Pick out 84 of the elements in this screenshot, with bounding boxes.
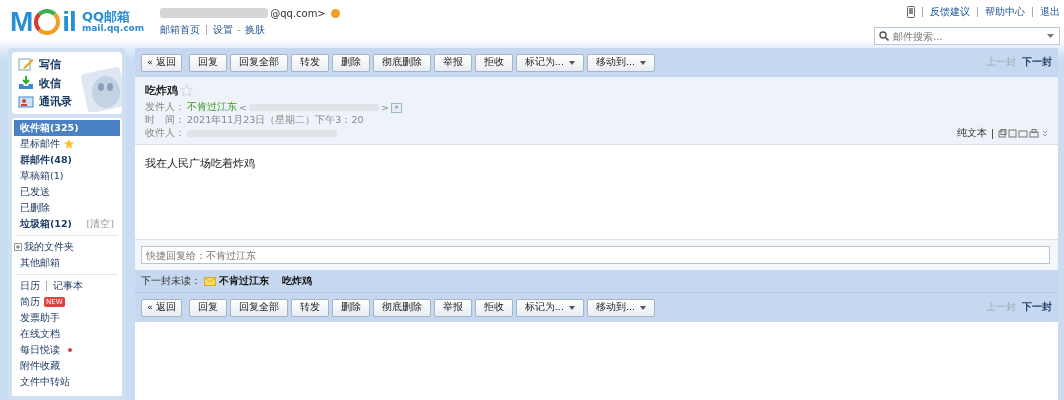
contact-card-icon[interactable]	[390, 102, 402, 113]
field-label: 时 间：	[145, 114, 185, 127]
toolbar-button[interactable]: 彻底删除	[372, 53, 431, 72]
folder-item[interactable]: 垃圾箱(12) [清空]	[14, 216, 120, 232]
toolbar-button[interactable]: 回复全部	[229, 298, 288, 317]
next-unread-subject[interactable]: 吃炸鸡	[282, 274, 312, 288]
phone-icon[interactable]	[907, 6, 915, 18]
toolbar-button[interactable]: 举报	[433, 298, 472, 317]
search-icon	[879, 31, 889, 41]
toolbar-button[interactable]: 拒收	[474, 298, 513, 317]
star-icon	[64, 139, 74, 149]
toolbar-button[interactable]: 移动到...	[586, 53, 655, 72]
caret-icon[interactable]	[1047, 34, 1054, 38]
toolbar-button[interactable]: 转发	[290, 298, 329, 317]
toolbar-button[interactable]: 删除	[331, 53, 370, 72]
brand-name: QQ邮箱	[81, 9, 131, 24]
folder-item[interactable]: 草稿箱(1)	[14, 168, 120, 184]
top-link[interactable]: 退出	[1040, 5, 1060, 19]
folder-item[interactable]: 星标邮件	[14, 136, 120, 152]
toolbar-button[interactable]: 删除	[331, 298, 370, 317]
sidebar-action[interactable]: 写信	[18, 56, 61, 73]
mail-subject: 吃炸鸡	[145, 83, 178, 98]
folder-item[interactable]: 已删除	[14, 200, 120, 216]
folder-item[interactable]: 其他邮箱	[14, 255, 120, 271]
envelope-icon	[204, 276, 216, 286]
field-label: 发件人：	[145, 101, 185, 114]
header-link[interactable]: 换肤	[244, 22, 265, 37]
folder-item[interactable]: 已发送	[14, 184, 120, 200]
toolbar-button[interactable]: 彻底删除	[372, 298, 431, 317]
toolbar-button[interactable]: 标记为...	[515, 298, 584, 317]
bracket-text: >	[380, 102, 389, 113]
link-separator: -	[237, 24, 241, 35]
next-unread-label: 下一封未读：	[141, 274, 201, 288]
caret-icon	[568, 60, 575, 65]
warning-icon[interactable]	[330, 8, 340, 18]
download-tray-icon	[18, 76, 34, 90]
contact-card-icon	[18, 94, 34, 109]
tool-item[interactable]: 日历	[20, 279, 40, 293]
toolbar-button[interactable]: « 返回	[141, 53, 182, 72]
toolbar-button[interactable]: 回复	[188, 53, 227, 72]
toolbar-button[interactable]: 转发	[290, 53, 329, 72]
sidebar-action[interactable]: 通讯录	[18, 93, 72, 110]
header-link[interactable]: 设置	[213, 22, 234, 37]
tool-item[interactable]: 记事本	[53, 279, 83, 293]
expand-icon[interactable]	[14, 243, 22, 251]
folder-item[interactable]: 收件箱(325)	[14, 120, 120, 136]
folder-item[interactable]: 我的文件夹	[24, 240, 74, 254]
caret-icon	[568, 305, 575, 310]
mail-body: 我在人民广场吃着炸鸡	[144, 156, 256, 171]
quick-reply-field[interactable]: 快捷回复给：不肯过江东	[141, 246, 1050, 264]
mail-search-field[interactable]: 邮件搜索...	[874, 27, 1060, 45]
star-icon[interactable]	[180, 84, 193, 97]
caret-icon	[639, 305, 646, 310]
folder-item[interactable]: 群邮件(48)	[14, 152, 120, 168]
top-link[interactable]: 反馈建议	[930, 5, 970, 19]
header-link[interactable]: 邮箱首页	[160, 22, 201, 37]
toolbar-button[interactable]: 标记为...	[515, 53, 584, 72]
pager-link[interactable]: 下一封	[1022, 56, 1052, 69]
caret-icon	[639, 60, 646, 65]
toolbar-button[interactable]: « 返回	[141, 298, 182, 317]
toolbar-button[interactable]: 拒收	[474, 53, 513, 72]
tool-item[interactable]: 发票助手	[14, 310, 120, 326]
toolbar-button[interactable]: 回复	[188, 298, 227, 317]
account-address: @qq.com>	[270, 7, 326, 19]
tool-item[interactable]: 文件中转站	[14, 374, 120, 390]
tool-item[interactable]: 每日悦读	[20, 343, 60, 357]
sidebar-action[interactable]: 收信	[18, 74, 61, 92]
top-link[interactable]: 帮助中心	[985, 5, 1025, 19]
pager-link[interactable]: 下一封	[1022, 301, 1052, 314]
tool-item[interactable]: 简历	[20, 295, 40, 309]
mail-tool-icons-drawing[interactable]	[998, 129, 1048, 138]
sent-time: 2021年11月23日（星期二）下午3：20	[187, 114, 364, 127]
toolbar-button[interactable]: 回复全部	[229, 53, 288, 72]
tool-item[interactable]: 附件收藏	[14, 358, 120, 374]
plain-text-link[interactable]: 纯文本	[957, 127, 987, 140]
next-unread-sender[interactable]: 不肯过江东	[219, 274, 269, 288]
tool-item[interactable]: 在线文档	[14, 326, 120, 342]
toolbar-button[interactable]: 举报	[433, 53, 472, 72]
field-label: 收件人：	[145, 127, 185, 140]
brand-domain: mail.qq.com	[81, 24, 145, 35]
mail-logo: M il	[10, 6, 76, 38]
pencil-paper-icon	[18, 57, 34, 72]
toolbar-button[interactable]: 移动到...	[586, 298, 655, 317]
bracket-text: <	[239, 102, 247, 113]
